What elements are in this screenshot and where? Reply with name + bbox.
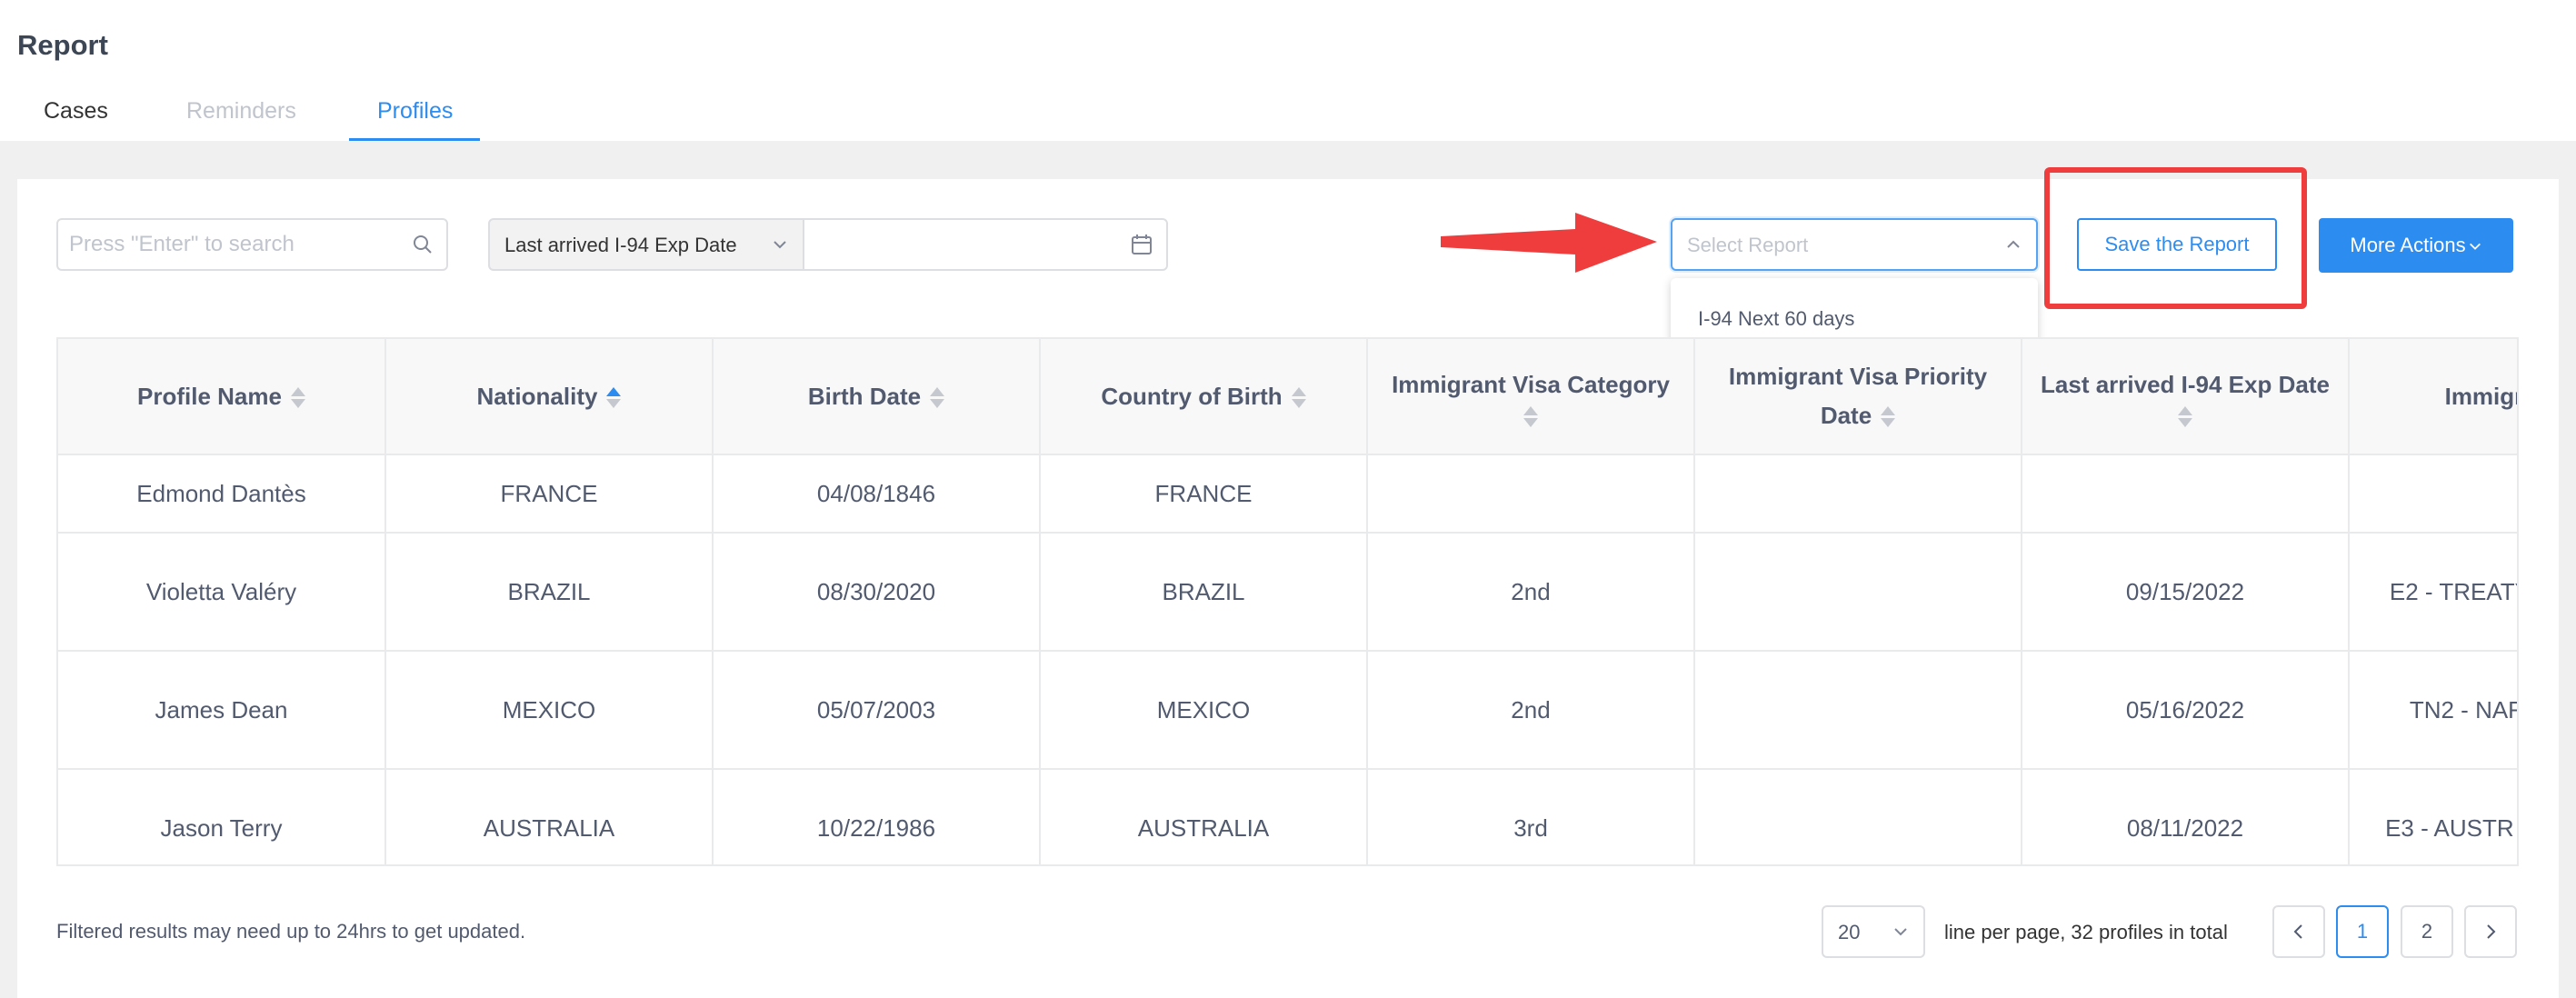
column-header-i94-exp-date[interactable]: Last arrived I-94 Exp Date: [2022, 339, 2350, 455]
date-field-label: Last arrived I-94 Exp Date: [504, 234, 737, 256]
cell-country-of-birth: FRANCE: [1040, 454, 1368, 534]
profiles-table: Profile Name Nationality Birth Date Coun…: [56, 337, 2519, 866]
cell-visa-category: 3rd: [1367, 769, 1695, 864]
page-title: Report: [17, 29, 108, 61]
column-header-birth-date[interactable]: Birth Date: [713, 339, 1041, 455]
chevron-down-icon: [1894, 928, 1907, 936]
filter-note: Filtered results may need up to 24hrs to…: [56, 920, 526, 943]
cell-immigration: [2349, 454, 2517, 534]
cell-visa-category: 2nd: [1367, 533, 1695, 652]
cell-immigration: E2 - TREATY SPOUSE: [2349, 533, 2517, 652]
tab-cases[interactable]: Cases: [44, 98, 108, 125]
select-report-placeholder: Select Report: [1687, 234, 1809, 256]
cell-nationality: BRAZIL: [385, 533, 714, 652]
column-header-label: Immigrant Visa Priority Date: [1728, 363, 1988, 429]
cell-birth-date: 04/08/1846: [713, 454, 1041, 534]
cell-profile-name: Edmond Dantès: [58, 454, 386, 534]
cell-profile-name: James Dean: [58, 651, 386, 770]
cell-visa-category: 2nd: [1367, 651, 1695, 770]
cell-nationality: AUSTRALIA: [385, 769, 714, 864]
table-row[interactable]: Violetta Valéry BRAZIL 08/30/2020 BRAZIL…: [58, 533, 2517, 652]
table-header-row: Profile Name Nationality Birth Date Coun…: [58, 339, 2517, 455]
cell-birth-date: 05/07/2003: [713, 651, 1041, 770]
sort-asc-icon[interactable]: [606, 386, 622, 409]
cell-profile-name: Jason Terry: [58, 769, 386, 864]
cell-visa-priority-date: [1694, 533, 2022, 652]
tab-profiles[interactable]: Profiles: [377, 98, 453, 125]
page-button-1[interactable]: 1: [2336, 905, 2389, 958]
sort-icon[interactable]: [290, 386, 305, 409]
table-row[interactable]: James Dean MEXICO 05/07/2003 MEXICO 2nd …: [58, 651, 2517, 770]
cell-profile-name: Violetta Valéry: [58, 533, 386, 652]
column-header-visa-category[interactable]: Immigrant Visa Category: [1367, 339, 1695, 455]
column-header-nationality[interactable]: Nationality: [385, 339, 714, 455]
sort-icon[interactable]: [1523, 405, 1538, 428]
column-header-visa-priority-date[interactable]: Immigrant Visa Priority Date: [1694, 339, 2022, 455]
chevron-down-icon: [2469, 243, 2481, 251]
next-page-button[interactable]: [2464, 905, 2517, 958]
cell-birth-date: 08/30/2020: [713, 533, 1041, 652]
sort-icon[interactable]: [2178, 405, 2192, 428]
cell-birth-date: 10/22/1986: [713, 769, 1041, 864]
cell-nationality: MEXICO: [385, 651, 714, 770]
page-size-value: 20: [1838, 921, 1861, 943]
column-header-label: Nationality: [476, 382, 598, 410]
cell-nationality: FRANCE: [385, 454, 714, 534]
search-box: [56, 218, 448, 271]
chevron-up-icon: [2007, 240, 2020, 248]
cell-visa-category: [1367, 454, 1695, 534]
column-header-label: Immigration: [2444, 382, 2517, 410]
cell-i94-exp-date: 05/16/2022: [2022, 651, 2350, 770]
tab-reminders[interactable]: Reminders: [186, 98, 296, 125]
sort-icon[interactable]: [1291, 386, 1306, 409]
page-button-2[interactable]: 2: [2401, 905, 2453, 958]
column-header-country-of-birth[interactable]: Country of Birth: [1040, 339, 1368, 455]
page-size-select[interactable]: 20: [1822, 905, 1925, 958]
report-option[interactable]: I-94 Next 60 days: [1698, 307, 1854, 331]
header-bar: Report Cases Reminders Profiles: [0, 0, 2576, 141]
more-actions-button[interactable]: More Actions: [2319, 218, 2513, 273]
cell-i94-exp-date: 09/15/2022: [2022, 533, 2350, 652]
date-range-input[interactable]: [803, 218, 1168, 271]
cell-immigration: E3 - AUSTR TRADE AG: [2349, 769, 2517, 864]
cell-visa-priority-date: [1694, 454, 2022, 534]
cell-i94-exp-date: 08/11/2022: [2022, 769, 2350, 864]
cell-visa-priority-date: [1694, 651, 2022, 770]
more-actions-label: More Actions: [2350, 234, 2466, 256]
save-report-button[interactable]: Save the Report: [2077, 218, 2277, 271]
table-row[interactable]: Edmond Dantès FRANCE 04/08/1846 FRANCE: [58, 454, 2517, 534]
chevron-left-icon: [2293, 924, 2302, 939]
date-field-select[interactable]: Last arrived I-94 Exp Date: [488, 218, 804, 271]
sort-icon[interactable]: [930, 386, 945, 409]
column-header-profile-name[interactable]: Profile Name: [58, 339, 386, 455]
cell-visa-priority-date: [1694, 769, 2022, 864]
total-count-text: line per page, 32 profiles in total: [1944, 921, 2228, 943]
chevron-down-icon: [774, 241, 786, 249]
column-header-label: Birth Date: [807, 382, 922, 410]
prev-page-button[interactable]: [2272, 905, 2325, 958]
cell-i94-exp-date: [2022, 454, 2350, 534]
calendar-icon[interactable]: [1130, 233, 1153, 256]
sort-icon[interactable]: [1881, 406, 1896, 428]
select-report-dropdown[interactable]: Select Report: [1671, 218, 2038, 271]
red-arrow-annotation: [1441, 213, 1657, 273]
column-header-label: Profile Name: [137, 382, 282, 410]
cell-country-of-birth: AUSTRALIA: [1040, 769, 1368, 864]
column-header-label: Country of Birth: [1101, 382, 1283, 410]
cell-country-of-birth: BRAZIL: [1040, 533, 1368, 652]
cell-immigration: TN2 - NAFTA (MEX: [2349, 651, 2517, 770]
search-input[interactable]: [69, 220, 405, 269]
column-header-label: Last arrived I-94 Exp Date: [2041, 370, 2330, 398]
column-header-label: Immigrant Visa Category: [1392, 370, 1670, 398]
column-header-immigration[interactable]: Immigration: [2349, 339, 2517, 455]
table-row[interactable]: Jason Terry AUSTRALIA 10/22/1986 AUSTRAL…: [58, 769, 2517, 864]
search-icon[interactable]: [412, 234, 434, 255]
chevron-right-icon: [2487, 924, 2496, 939]
cell-country-of-birth: MEXICO: [1040, 651, 1368, 770]
